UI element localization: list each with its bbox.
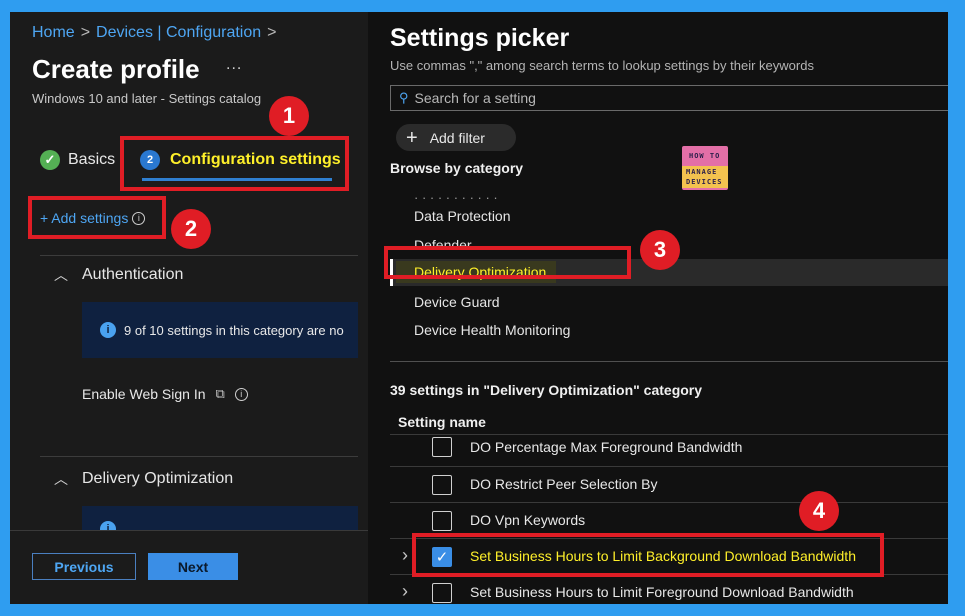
policy-scope-icon: ⧉ (215, 386, 225, 401)
chevron-up-icon: ︿ (54, 267, 68, 283)
setting-checkbox[interactable] (432, 511, 452, 531)
setting-enable-web-sign-in: Enable Web Sign In ⧉ i (82, 386, 248, 402)
setting-name: DO Percentage Max Foreground Bandwidth (470, 439, 743, 455)
add-filter-label: Add filter (429, 129, 485, 146)
browse-by-category-label: Browse by category (390, 160, 524, 176)
section-header-authentication[interactable]: ︿ Authentication (54, 265, 183, 285)
setting-row[interactable]: › Set Business Hours to Limit Foreground… (390, 574, 948, 604)
section-divider (40, 255, 358, 256)
section-title: Authentication (82, 266, 184, 283)
next-button[interactable]: Next (148, 553, 238, 580)
annotation-badge-2: 2 (171, 209, 211, 249)
search-input[interactable] (414, 90, 815, 106)
column-header-setting-name[interactable]: Setting name (398, 414, 486, 430)
settings-picker-panel: Settings picker Use commas "," among sea… (368, 12, 948, 604)
info-banner-text: 9 of 10 settings in this category are no (124, 322, 344, 338)
setting-name: Set Business Hours to Limit Foreground D… (470, 584, 854, 600)
setting-label: Enable Web Sign In (82, 386, 206, 402)
category-item-device-health-monitoring[interactable]: Device Health Monitoring (414, 322, 570, 338)
annotation-box-1 (120, 136, 349, 191)
logo-text: HOW TO (689, 152, 721, 160)
info-icon: i (100, 521, 116, 530)
breadcrumb-home[interactable]: Home (32, 24, 75, 41)
chevron-right-icon[interactable]: › (402, 545, 408, 566)
more-options-icon[interactable]: ... (226, 56, 242, 74)
category-item-data-protection[interactable]: Data Protection (414, 208, 511, 224)
add-filter-button[interactable]: + Add filter (396, 124, 516, 151)
chevron-right-icon: > (267, 24, 277, 41)
info-banner: i (82, 506, 358, 530)
setting-name: DO Restrict Peer Selection By (470, 476, 658, 492)
page-subtitle: Windows 10 and later - Settings catalog (32, 91, 262, 106)
category-item-device-guard[interactable]: Device Guard (414, 294, 500, 310)
settings-picker-title: Settings picker (390, 24, 570, 52)
checkmark-icon: ✓ (40, 150, 60, 170)
footer-divider (10, 530, 368, 531)
settings-picker-hint: Use commas "," among search terms to loo… (390, 58, 814, 73)
chevron-right-icon: > (80, 24, 91, 41)
logo-text: MANAGE (686, 168, 718, 176)
setting-name: DO Vpn Keywords (470, 512, 586, 528)
tab-basics[interactable]: ✓ Basics (40, 150, 115, 170)
chevron-up-icon: ︿ (54, 471, 68, 487)
annotation-badge-3: 3 (640, 230, 680, 270)
setting-checkbox[interactable] (432, 583, 452, 603)
info-icon[interactable]: i (234, 387, 248, 401)
search-box[interactable]: ⚲ (390, 85, 948, 111)
section-header-delivery-optimization[interactable]: ︿ Delivery Optimization (54, 469, 233, 489)
info-icon: i (100, 322, 116, 338)
annotation-badge-4: 4 (799, 491, 839, 531)
breadcrumb: Home > Devices | Configuration > (32, 24, 283, 42)
category-item-partial[interactable]: · · · · · · · · · · · (414, 190, 498, 205)
section-divider (40, 456, 358, 457)
page-title: Create profile (32, 54, 200, 84)
annotation-badge-1: 1 (269, 96, 309, 136)
section-title: Delivery Optimization (82, 470, 234, 487)
plus-icon: + (406, 126, 418, 149)
annotation-box-4 (412, 533, 884, 577)
settings-count: 39 settings in "Delivery Optimization" c… (390, 382, 703, 398)
chevron-right-icon[interactable]: › (402, 581, 408, 602)
search-icon: ⚲ (399, 90, 409, 105)
breadcrumb-devices-configuration[interactable]: Devices | Configuration (96, 24, 261, 41)
annotation-box-3 (384, 246, 631, 279)
info-banner: i 9 of 10 settings in this category are … (82, 302, 358, 358)
category-list-divider (390, 361, 948, 362)
setting-row[interactable]: DO Restrict Peer Selection By (390, 466, 948, 502)
previous-button[interactable]: Previous (32, 553, 136, 580)
setting-checkbox[interactable] (432, 475, 452, 495)
setting-row[interactable]: DO Percentage Max Foreground Bandwidth (390, 434, 948, 470)
tab-basics-label: Basics (68, 151, 116, 168)
setting-checkbox[interactable] (432, 437, 452, 457)
create-profile-panel: Home > Devices | Configuration > Create pro… (10, 12, 368, 604)
annotation-box-2 (28, 196, 166, 239)
